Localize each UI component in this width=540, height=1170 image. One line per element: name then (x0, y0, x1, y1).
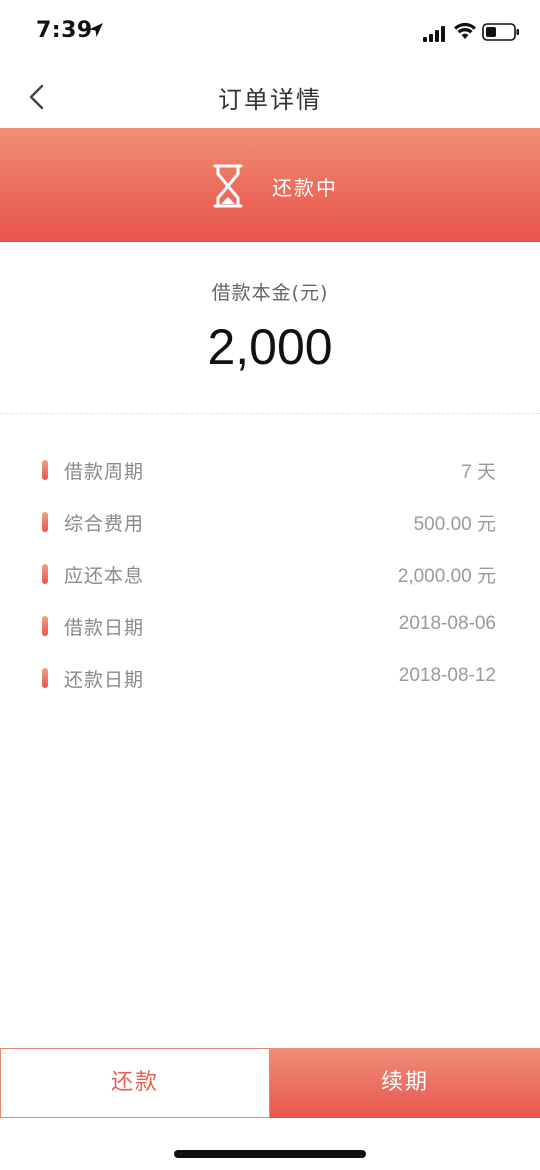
bottom-action-bar: 还款 续期 (0, 1048, 540, 1120)
status-banner: 还款中 (0, 128, 540, 242)
detail-value: 2018-08-06 (398, 613, 496, 634)
detail-label: 借款日期 (64, 617, 145, 639)
hourglass-icon (213, 164, 243, 208)
row-marker (42, 668, 48, 688)
row-marker (42, 512, 48, 532)
principal-amount: 2,000 (207, 319, 333, 375)
row-marker (42, 460, 48, 480)
detail-label: 应还本息 (64, 565, 145, 587)
detail-value: 500.00 元 (413, 514, 496, 535)
row-marker (42, 564, 48, 584)
renew-button[interactable]: 续期 (270, 1048, 540, 1118)
detail-value: 7 天 (461, 462, 496, 483)
signal-icon (423, 26, 445, 42)
detail-label: 综合费用 (64, 513, 145, 535)
detail-label: 还款日期 (64, 669, 145, 691)
detail-row-loan-date: 借款日期 2018-08-06 (0, 600, 540, 652)
detail-value: 2018-08-12 (398, 665, 496, 686)
repay-button[interactable]: 还款 (0, 1048, 270, 1118)
status-bar: 7:39 (0, 0, 540, 66)
home-indicator[interactable] (174, 1150, 366, 1158)
order-status-text: 还款中 (272, 176, 338, 200)
detail-label: 借款周期 (64, 461, 145, 483)
navigation-bar: 订单详情 (0, 66, 540, 128)
detail-row-repayment-due: 应还本息 2,000.00 元 (0, 548, 540, 600)
page-title: 订单详情 (218, 86, 322, 114)
dashed-divider (0, 413, 540, 414)
detail-row-repayment-date: 还款日期 2018-08-12 (0, 652, 540, 704)
detail-list: 借款周期 7 天 综合费用 500.00 元 应还本息 2,000.00 元 借… (0, 444, 540, 704)
battery-icon (482, 23, 519, 41)
wifi-icon (454, 22, 476, 39)
row-marker (42, 616, 48, 636)
detail-value: 2,000.00 元 (397, 566, 496, 587)
location-arrow-icon (89, 23, 103, 37)
detail-row-loan-term: 借款周期 7 天 (0, 444, 540, 496)
detail-row-total-fee: 综合费用 500.00 元 (0, 496, 540, 548)
status-time: 7:39 (36, 18, 93, 43)
principal-label: 借款本金(元) (211, 282, 329, 304)
